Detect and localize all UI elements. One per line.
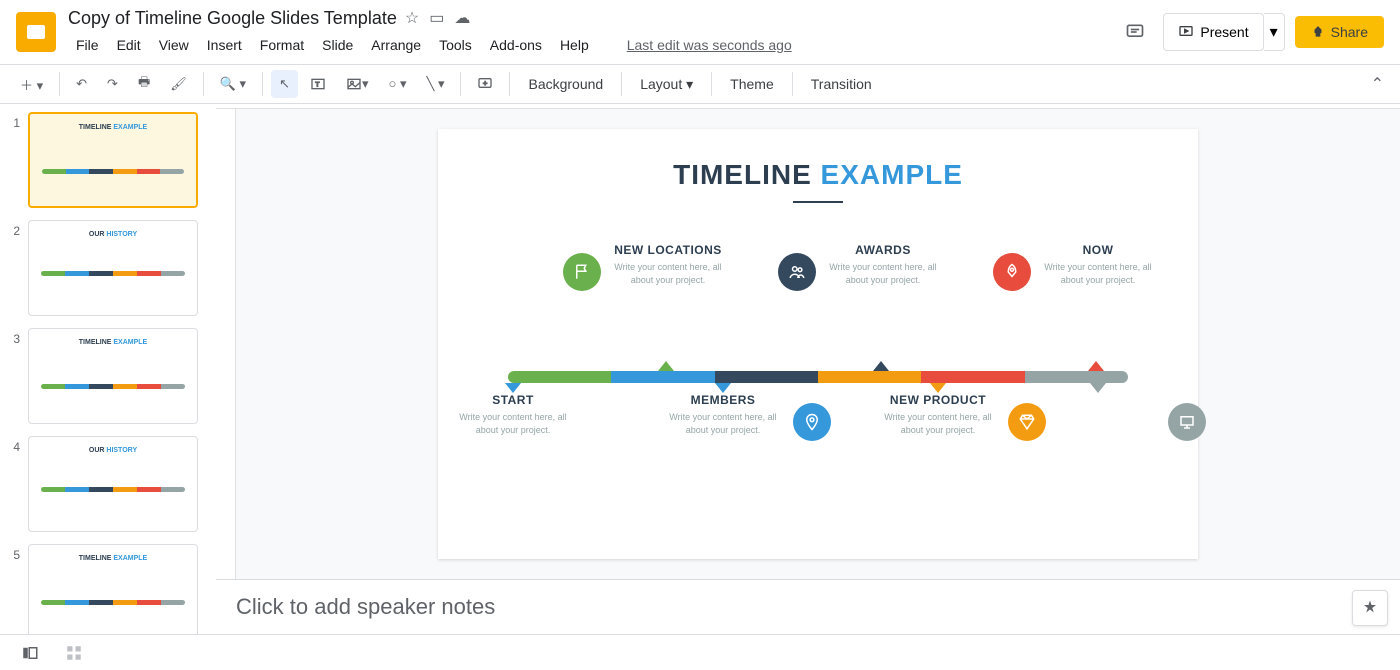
canvas-area: TIMELINE EXAMPLE NEW LOCATIONSWrite your… bbox=[216, 104, 1400, 634]
textbox-tool[interactable]: T bbox=[302, 70, 334, 98]
slide-thumbnail[interactable]: OUR HISTORY bbox=[28, 220, 198, 316]
layout-button[interactable]: Layout ▾ bbox=[630, 70, 703, 99]
thumb-number: 5 bbox=[8, 544, 20, 634]
doc-title[interactable]: Copy of Timeline Google Slides Template bbox=[68, 8, 397, 29]
grid-view-icon[interactable] bbox=[64, 643, 84, 663]
line-tool[interactable]: ╲ ▾ bbox=[419, 70, 453, 98]
app-header: Copy of Timeline Google Slides Template … bbox=[0, 0, 1400, 64]
users-icon bbox=[778, 253, 816, 291]
shape-tool[interactable]: ○ ▾ bbox=[381, 70, 415, 98]
menu-edit[interactable]: Edit bbox=[109, 33, 149, 57]
menu-help[interactable]: Help bbox=[552, 33, 597, 57]
pin-icon bbox=[793, 403, 831, 441]
menu-file[interactable]: File bbox=[68, 33, 107, 57]
footer bbox=[0, 634, 1400, 670]
thumb-number: 4 bbox=[8, 436, 20, 532]
menu-slide[interactable]: Slide bbox=[314, 33, 361, 57]
menu-bar: File Edit View Insert Format Slide Arran… bbox=[68, 33, 1117, 57]
background-button[interactable]: Background bbox=[518, 70, 613, 98]
slide-thumbnail[interactable]: OUR HISTORY bbox=[28, 436, 198, 532]
menu-tools[interactable]: Tools bbox=[431, 33, 480, 57]
rocket-icon bbox=[993, 253, 1031, 291]
move-icon[interactable]: ▭ bbox=[429, 8, 444, 28]
slide-thumbnail[interactable]: TIMELINE EXAMPLE bbox=[28, 328, 198, 424]
slide-thumbnail[interactable]: TIMELINE EXAMPLE bbox=[28, 112, 198, 208]
explore-button[interactable] bbox=[1352, 590, 1388, 626]
print-button[interactable]: 🖶 bbox=[130, 67, 158, 101]
undo-button[interactable]: ↶ bbox=[68, 70, 95, 98]
comment-tool[interactable]: + bbox=[469, 70, 501, 98]
speaker-notes[interactable]: Click to add speaker notes bbox=[216, 579, 1400, 634]
slide-thumbnail[interactable]: TIMELINE EXAMPLE bbox=[28, 544, 198, 634]
timeline-item[interactable]: AWARDSWrite your content here, all about… bbox=[828, 243, 938, 286]
thumb-number: 1 bbox=[8, 112, 20, 208]
image-tool[interactable]: ▾ bbox=[338, 70, 377, 98]
redo-button[interactable]: ↷ bbox=[99, 70, 126, 98]
menu-arrange[interactable]: Arrange bbox=[363, 33, 429, 57]
paint-format-button[interactable]: 🖌 bbox=[162, 70, 195, 98]
ruler-vertical bbox=[216, 109, 236, 579]
present-button[interactable]: Present bbox=[1163, 13, 1263, 51]
collapse-toolbar-icon[interactable]: ⌃ bbox=[1371, 74, 1384, 94]
svg-text:T: T bbox=[315, 82, 319, 89]
transition-button[interactable]: Transition bbox=[801, 70, 882, 98]
last-edit-link[interactable]: Last edit was seconds ago bbox=[619, 33, 800, 57]
select-tool[interactable]: ↖ bbox=[271, 70, 298, 98]
slides-logo[interactable] bbox=[16, 12, 56, 52]
timeline-item[interactable]: STARTWrite your content here, all about … bbox=[458, 393, 568, 436]
theme-button[interactable]: Theme bbox=[720, 70, 784, 98]
timeline-item[interactable]: NEW PRODUCTWrite your content here, all … bbox=[883, 393, 993, 436]
flag-icon bbox=[563, 253, 601, 291]
timeline-item[interactable]: NOWWrite your content here, all about yo… bbox=[1043, 243, 1153, 286]
menu-addons[interactable]: Add-ons bbox=[482, 33, 550, 57]
filmstrip-view-icon[interactable] bbox=[20, 643, 40, 663]
menu-insert[interactable]: Insert bbox=[199, 33, 250, 57]
cloud-icon[interactable]: ☁ bbox=[454, 8, 470, 28]
present-dropdown[interactable]: ▾ bbox=[1264, 13, 1285, 51]
comments-icon[interactable] bbox=[1117, 14, 1153, 50]
timeline-item[interactable]: MEMBERSWrite your content here, all abou… bbox=[668, 393, 778, 436]
menu-format[interactable]: Format bbox=[252, 33, 312, 57]
slide-title[interactable]: TIMELINE EXAMPLE bbox=[478, 159, 1158, 191]
star-icon[interactable]: ☆ bbox=[405, 8, 419, 28]
svg-text:+: + bbox=[483, 78, 487, 87]
slide-canvas[interactable]: TIMELINE EXAMPLE NEW LOCATIONSWrite your… bbox=[438, 129, 1198, 559]
filmstrip[interactable]: 1 TIMELINE EXAMPLE 2 OUR HISTORY 3 TIMEL… bbox=[0, 104, 216, 634]
diamond-icon bbox=[1008, 403, 1046, 441]
thumb-number: 3 bbox=[8, 328, 20, 424]
timeline-item[interactable]: NEW LOCATIONSWrite your content here, al… bbox=[613, 243, 723, 286]
menu-view[interactable]: View bbox=[151, 33, 197, 57]
thumb-number: 2 bbox=[8, 220, 20, 316]
workspace: 1 TIMELINE EXAMPLE 2 OUR HISTORY 3 TIMEL… bbox=[0, 104, 1400, 634]
timeline[interactable]: NEW LOCATIONSWrite your content here, al… bbox=[478, 243, 1158, 523]
new-slide-button[interactable]: ＋ ▾ bbox=[12, 69, 51, 100]
title-underline bbox=[793, 201, 843, 203]
share-button[interactable]: Share bbox=[1295, 16, 1384, 48]
zoom-button[interactable]: 🔍 ▾ bbox=[212, 70, 254, 98]
present-icon bbox=[1168, 403, 1206, 441]
toolbar: ＋ ▾ ↶ ↷ 🖶 🖌 🔍 ▾ ↖ T ▾ ○ ▾ ╲ ▾ + Backgrou… bbox=[0, 64, 1400, 104]
timeline-bar bbox=[508, 371, 1128, 383]
